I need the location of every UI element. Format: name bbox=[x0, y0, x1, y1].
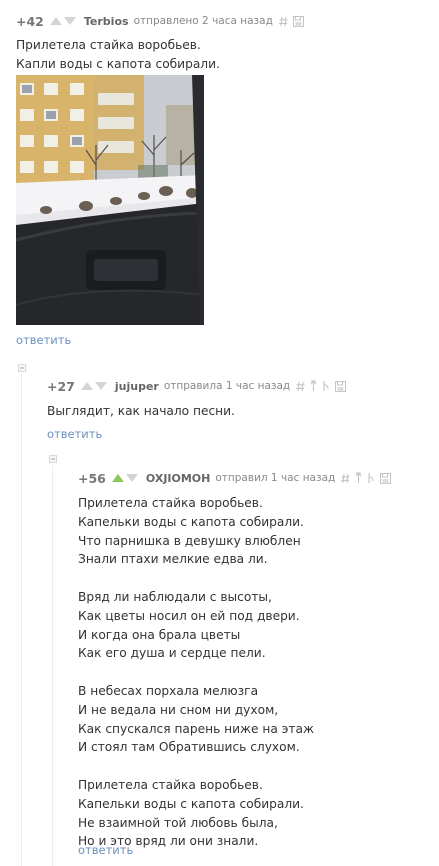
branch-icon[interactable] bbox=[322, 380, 330, 392]
reply-link[interactable]: ответить bbox=[16, 333, 71, 347]
hash-link-icon[interactable] bbox=[296, 381, 305, 392]
upvote-arrow-icon[interactable] bbox=[111, 474, 124, 482]
reply-link[interactable]: ответить bbox=[78, 843, 133, 857]
upvote-arrow-icon[interactable] bbox=[80, 382, 93, 390]
comment-rating: +56 bbox=[78, 470, 106, 486]
downvote-arrow-icon[interactable] bbox=[63, 17, 76, 25]
comment-timestamp[interactable]: отправил 1 час назад bbox=[215, 472, 335, 484]
collapse-thread-button[interactable] bbox=[18, 364, 26, 372]
hash-link-icon[interactable] bbox=[341, 473, 350, 484]
save-icon[interactable] bbox=[335, 380, 347, 392]
comment-actions bbox=[296, 380, 347, 392]
parent-comment-icon[interactable] bbox=[355, 472, 362, 484]
reply-link[interactable]: ответить bbox=[47, 427, 102, 441]
collapse-thread-button[interactable] bbox=[49, 455, 57, 463]
comment-timestamp[interactable]: отправлено 2 часа назад bbox=[134, 15, 273, 27]
thread-line bbox=[21, 374, 22, 866]
downvote-arrow-icon[interactable] bbox=[94, 382, 107, 390]
comment-author[interactable]: OXJIOMOH bbox=[146, 472, 210, 485]
branch-icon[interactable] bbox=[367, 472, 375, 484]
comment-author[interactable]: Terbios bbox=[84, 15, 129, 28]
comment-3-header: +56 OXJIOMOH отправил 1 час назад bbox=[78, 469, 392, 487]
downvote-arrow-icon[interactable] bbox=[125, 474, 138, 482]
comment-1-header: +42 Terbios отправлено 2 часа назад bbox=[16, 12, 304, 30]
comment-text: Выглядит, как начало песни. bbox=[47, 404, 235, 418]
comment-text-poem: Прилетела стайка воробьев. Капельки воды… bbox=[78, 496, 314, 849]
comment-actions bbox=[341, 472, 392, 484]
comment-text: Прилетела стайка воробьев. Капли воды с … bbox=[16, 38, 220, 71]
comment-rating: +42 bbox=[16, 13, 44, 29]
save-icon[interactable] bbox=[380, 472, 392, 484]
upvote-arrow-icon[interactable] bbox=[49, 17, 62, 25]
thread-line bbox=[52, 465, 53, 866]
save-icon[interactable] bbox=[292, 15, 304, 27]
comment-actions bbox=[278, 15, 304, 27]
comment-author[interactable]: jujuper bbox=[115, 380, 159, 393]
photo-sparrows-on-hood bbox=[16, 75, 204, 325]
comment-timestamp[interactable]: отправила 1 час назад bbox=[164, 380, 290, 392]
parent-comment-icon[interactable] bbox=[310, 380, 317, 392]
comment-rating: +27 bbox=[47, 378, 75, 394]
hash-link-icon[interactable] bbox=[278, 16, 288, 27]
comment-image-sparrows[interactable] bbox=[16, 75, 204, 325]
comment-2-header: +27 jujuper отправила 1 час назад bbox=[47, 377, 347, 395]
